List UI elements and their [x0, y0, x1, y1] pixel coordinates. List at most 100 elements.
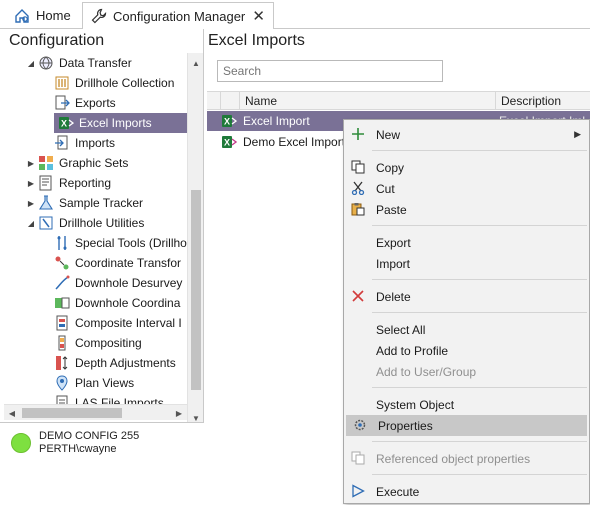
context-menu: New ▶ Copy Cut Paste Export Import Delet…	[343, 119, 590, 504]
collapsed-arrow-icon[interactable]: ▶	[26, 179, 36, 188]
export-icon	[54, 95, 70, 111]
menu-item-cut[interactable]: Cut	[344, 178, 589, 199]
compositing-icon	[54, 335, 70, 351]
scroll-thumb-horizontal[interactable]	[22, 408, 122, 418]
tree-item-composite-interval-i[interactable]: Composite Interval I	[4, 313, 187, 333]
tree-item-label: Graphic Sets	[59, 156, 129, 170]
status-text: DEMO CONFIG 255 PERTH\cwayne	[39, 430, 139, 456]
page-title: Excel Imports	[208, 32, 305, 49]
tree-item-reporting[interactable]: ▶ Reporting	[4, 173, 187, 193]
tab-configuration-manager[interactable]: Configuration Manager ✕	[82, 2, 274, 30]
tree-horizontal-scrollbar[interactable]: ◀ ▶	[4, 404, 187, 420]
tree-item-exports[interactable]: Exports	[4, 93, 187, 113]
scroll-left-icon[interactable]: ◀	[4, 405, 20, 421]
menu-separator	[372, 474, 587, 475]
menu-item-add-to-profile[interactable]: Add to Profile	[344, 340, 589, 361]
scroll-thumb[interactable]	[191, 190, 201, 390]
delete-icon	[350, 288, 366, 304]
collapsed-arrow-icon[interactable]: ▶	[26, 159, 36, 168]
properties-icon	[352, 417, 368, 433]
tab-strip: Home Configuration Manager ✕	[0, 0, 590, 30]
close-icon[interactable]: ✕	[252, 7, 265, 25]
tab-home[interactable]: Home	[8, 2, 78, 29]
reporting-icon	[38, 175, 54, 191]
menu-separator	[372, 312, 587, 313]
menu-separator	[372, 387, 587, 388]
tree-item-label: Downhole Coordina	[75, 296, 181, 310]
scroll-right-icon[interactable]: ▶	[171, 405, 187, 421]
menu-item-execute[interactable]: Execute	[344, 481, 589, 502]
menu-item-add-to-user-group: Add to User/Group	[376, 364, 477, 379]
search-input[interactable]	[217, 60, 443, 82]
cut-icon	[350, 180, 366, 196]
import-icon	[54, 135, 70, 151]
tree-item-drillhole-collection[interactable]: Drillhole Collection	[4, 73, 187, 93]
status-indicator-icon	[11, 433, 31, 453]
tree-item-label: Reporting	[59, 176, 112, 190]
menu-item-paste[interactable]: Paste	[344, 199, 589, 220]
tree-item-label: Sample Tracker	[59, 196, 144, 210]
row-name: Excel Import	[243, 114, 310, 128]
composite-interval-icon	[54, 315, 70, 331]
downhole-coordinate-icon	[54, 295, 70, 311]
menu-item-delete[interactable]: Delete	[344, 286, 589, 307]
expanded-arrow-icon[interactable]: ◢	[26, 219, 36, 228]
tree-item-coordinate-transfor[interactable]: Coordinate Transfor	[4, 253, 187, 273]
svg-text:X: X	[61, 119, 67, 129]
excel-icon: X	[221, 113, 238, 129]
menu-item-select-all[interactable]: Select All	[344, 319, 589, 340]
wrench-icon	[91, 8, 107, 24]
tree-item-sample-tracker[interactable]: ▶ Sample Tracker	[4, 193, 187, 213]
column-header-name[interactable]: Name	[239, 92, 495, 110]
tree-item-label: Compositing	[75, 336, 142, 350]
tree-item-label: Composite Interval I	[75, 316, 182, 330]
menu-separator	[372, 441, 587, 442]
copy-icon	[350, 159, 366, 175]
tree-item-data-transfer[interactable]: ◢ Data Transfer	[4, 53, 187, 73]
menu-item-export[interactable]: Export	[344, 232, 589, 253]
flask-icon	[38, 195, 54, 211]
tree-vertical-scrollbar[interactable]: ▲ ▼	[187, 53, 203, 426]
menu-separator	[372, 225, 587, 226]
grid-icon-column	[220, 92, 239, 110]
connection-status: DEMO CONFIG 255 PERTH\cwayne	[0, 422, 204, 462]
tab-home-label: Home	[36, 8, 71, 23]
collapsed-arrow-icon[interactable]: ▶	[26, 199, 36, 208]
configuration-tree: ◢ Data Transfer Drillhole Collection Export…	[4, 53, 187, 426]
tree-item-depth-adjustments[interactable]: Depth Adjustments	[4, 353, 187, 373]
globe-icon	[38, 55, 54, 71]
menu-separator	[372, 279, 587, 280]
tree-item-special-tools-drillho[interactable]: Special Tools (Drillho	[4, 233, 187, 253]
plus-icon	[350, 126, 366, 142]
grid-header: Name Description	[207, 91, 590, 110]
status-config-name: DEMO CONFIG 255	[39, 430, 140, 442]
tree-item-imports[interactable]: Imports	[4, 133, 187, 153]
menu-item-new[interactable]: New ▶	[344, 124, 589, 145]
play-icon	[350, 483, 366, 499]
tree-item-label: Plan Views	[75, 376, 135, 390]
menu-item-properties[interactable]: Properties	[346, 415, 587, 436]
tree-item-compositing[interactable]: Compositing	[4, 333, 187, 353]
submenu-arrow-icon: ▶	[574, 129, 581, 139]
panel-title: Configuration	[9, 32, 105, 49]
tree-item-label: Imports	[75, 136, 116, 150]
tree-item-downhole-coordina[interactable]: Downhole Coordina	[4, 293, 187, 313]
tree-item-graphic-sets[interactable]: ▶ Graphic Sets	[4, 153, 187, 173]
menu-item-copy[interactable]: Copy	[344, 157, 589, 178]
svg-text:X: X	[224, 138, 230, 148]
tree-item-label: Exports	[75, 96, 116, 110]
tree-item-drillhole-utilities[interactable]: ◢ Drillhole Utilities	[4, 213, 187, 233]
status-user: PERTH\cwayne	[39, 443, 117, 455]
tree-item-label: Coordinate Transfor	[75, 256, 182, 270]
plan-views-icon	[54, 375, 70, 391]
configuration-panel: Configuration ◢ Data Transfer Drillhole Co…	[0, 29, 204, 462]
downhole-desurvey-icon	[54, 275, 70, 291]
tree-item-excel-imports[interactable]: X Excel Imports	[54, 113, 187, 133]
menu-item-system-object[interactable]: System Object	[344, 394, 589, 415]
scroll-up-icon[interactable]: ▲	[188, 55, 204, 71]
tree-item-downhole-desurvey[interactable]: Downhole Desurvey	[4, 273, 187, 293]
expanded-arrow-icon[interactable]: ◢	[26, 59, 36, 68]
menu-item-import[interactable]: Import	[344, 253, 589, 274]
column-header-description[interactable]: Description	[495, 92, 590, 110]
tree-item-plan-views[interactable]: Plan Views	[4, 373, 187, 393]
